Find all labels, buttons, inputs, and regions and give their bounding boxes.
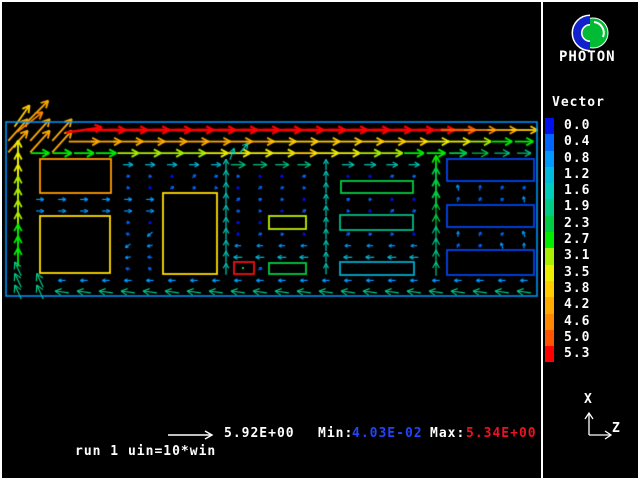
app-name: PHOTON	[559, 49, 616, 65]
legend-row: 1.9	[545, 199, 590, 215]
legend-swatch	[545, 248, 554, 264]
legend-swatch	[545, 265, 554, 281]
legend-label: 1.2	[564, 167, 590, 183]
legend-swatch	[545, 330, 554, 346]
legend-swatch	[545, 167, 554, 183]
legend-row: 1.2	[545, 167, 590, 183]
legend-swatch	[545, 314, 554, 330]
max-value: 5.34E+00	[466, 426, 537, 441]
legend-label: 0.8	[564, 151, 590, 167]
run-caption: run 1 uin=10*win	[75, 444, 216, 459]
legend-label: 1.6	[564, 183, 590, 199]
side-panel: PHOTON Vector 0.00.40.81.21.61.92.32.73.…	[543, 0, 640, 480]
legend-label: 5.0	[564, 330, 590, 346]
legend-swatch	[545, 232, 554, 248]
legend-swatch	[545, 151, 554, 167]
reference-arrow-icon	[166, 429, 218, 441]
legend-row: 4.6	[545, 314, 590, 330]
legend-row: 3.8	[545, 281, 590, 297]
legend-row: 5.0	[545, 330, 590, 346]
legend-row: 1.6	[545, 183, 590, 199]
legend-label: 0.0	[564, 118, 590, 134]
axis-z-label: Z	[612, 421, 620, 436]
legend-label: 0.4	[564, 134, 590, 150]
legend-label: 2.3	[564, 216, 590, 232]
legend-swatch	[545, 297, 554, 313]
legend-label: 2.7	[564, 232, 590, 248]
min-label: Min:	[318, 426, 353, 441]
legend-row: 3.5	[545, 265, 590, 281]
legend-row: 0.8	[545, 151, 590, 167]
legend-swatch	[545, 216, 554, 232]
legend-swatch	[545, 346, 554, 362]
legend-label: 4.6	[564, 314, 590, 330]
legend-row: 5.3	[545, 346, 590, 362]
legend-swatch	[545, 118, 554, 134]
legend-row: 3.1	[545, 248, 590, 264]
min-value: 4.03E-02	[352, 426, 423, 441]
legend-row: 2.3	[545, 216, 590, 232]
legend-label: 3.5	[564, 265, 590, 281]
reference-value: 5.92E+00	[224, 426, 295, 441]
legend-swatch	[545, 134, 554, 150]
photon-app-window: 5.92E+00 Min: 4.03E-02 Max: 5.34E+00 run…	[0, 0, 640, 480]
legend-label: 4.2	[564, 297, 590, 313]
legend-swatch	[545, 183, 554, 199]
legend-row: 0.4	[545, 134, 590, 150]
legend-row: 4.2	[545, 297, 590, 313]
legend-row: 2.7	[545, 232, 590, 248]
axis-x-label: X	[584, 392, 592, 407]
legend-row: 0.0	[545, 118, 590, 134]
legend-swatch	[545, 199, 554, 215]
legend-label: 3.8	[564, 281, 590, 297]
legend-label: 3.1	[564, 248, 590, 264]
legend-label: 5.3	[564, 346, 590, 362]
max-label: Max:	[430, 426, 465, 441]
legend-title: Vector	[552, 95, 605, 110]
vector-field-plot	[0, 0, 545, 480]
legend-label: 1.9	[564, 199, 590, 215]
legend-swatch	[545, 281, 554, 297]
legend: 0.00.40.81.21.61.92.32.73.13.53.84.24.65…	[545, 118, 590, 362]
